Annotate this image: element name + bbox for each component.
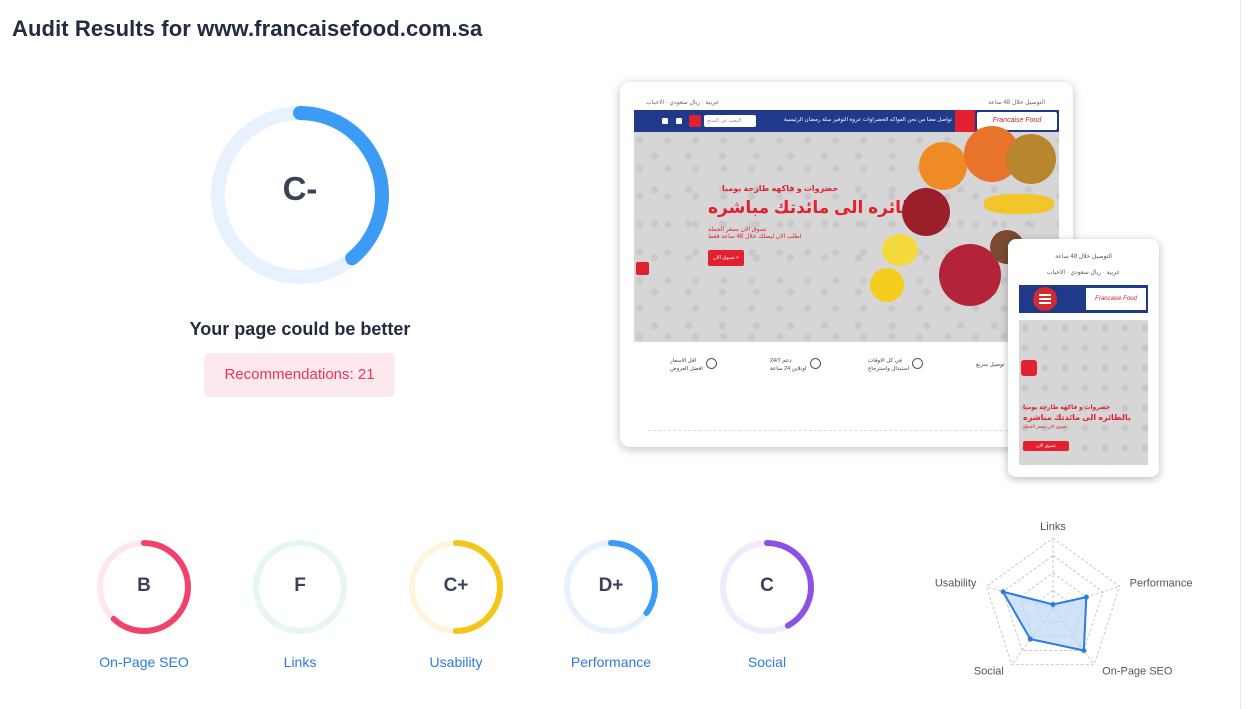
apple-image [902,188,950,236]
mobile-delivery-text: التوصيل خلال 48 ساعة [1055,254,1112,260]
preview-features: اقل الاسعار افضل العروض 24/7 دعم اونلاين… [634,342,1059,441]
preview-hero-button: تسوق الان » [708,250,744,266]
radar-score-area [1001,590,1088,652]
radar-axis-label: On-Page SEO [1102,666,1173,678]
links-grade: F [294,575,306,596]
preview-nav-home [955,110,975,132]
radar-point [1050,602,1056,607]
mobile-hero: خضروات و فاكهه طازجة يوميا بالطائره الى … [1019,320,1148,465]
category-card-social[interactable]: C Social [717,537,817,670]
user-icon [676,118,682,124]
category-card-onpage-seo[interactable]: B On-Page SEO [94,537,194,670]
recommendations-badge[interactable]: Recommendations: 21 [204,353,395,397]
mobile-navbar: Francaise Food [1019,285,1148,313]
banana-image [984,194,1054,214]
preview-topbar-selects: عربية · ريال سعودي · الاحباب [646,100,720,106]
radar-axis-label: Performance [1130,577,1193,589]
links-label[interactable]: Links [230,654,370,670]
feature-4-title: توصيل سريع [976,362,1005,368]
radar-axis-label: Links [1040,521,1066,533]
preview-divider [648,430,1048,431]
mobile-logo: Francaise Food [1086,288,1146,310]
page-title: Audit Results for www.francaisefood.com.… [12,16,483,41]
onpage-seo-grade: B [137,575,151,596]
category-card-links[interactable]: F Links [250,537,350,670]
preview-topbar-delivery: التوصيل خلال 48 ساعة [988,100,1045,106]
mobile-hero-subtitle: خضروات و فاكهه طازجة يوميا [1023,405,1111,411]
menu-icon [1033,287,1057,311]
mobile-selects: عربية · ريال سعودي · الاحباب [1046,270,1121,276]
preview-hero-line1: تسوق الان بسعر الجملة [708,227,767,233]
preview-nav-items: تواصل معنا من نحن الفواكه الخضراوات عروة… [784,117,953,123]
feature-1-title: اقل الاسعار [670,358,697,364]
mobile-hero-button: تسوق الان [1023,441,1069,451]
refresh-icon [912,358,923,369]
feature-2-title: 24/7 دعم [770,358,792,364]
overall-verdict: Your page could be better [189,319,411,339]
feature-2-sub: اونلاين 24 ساعة [770,366,807,372]
mobile-preview: التوصيل خلال 48 ساعة عربية · ريال سعودي … [1008,239,1159,477]
cart-icon [662,118,668,124]
feature-1-sub: افضل العروض [670,366,703,372]
headset-icon [810,358,821,369]
lemon-image [882,234,918,266]
feature-3-sub: استبدال واسترجاع [868,366,910,372]
radar-point [1081,647,1087,653]
preview-hero-subtitle: خضروات و فاكهه طازجة يوميا [722,184,839,193]
feature-3-title: في كل الاوقات [868,358,902,364]
desktop-preview: عربية · ريال سعودي · الاحباب التوصيل خلا… [620,82,1073,447]
category-radar-chart: Links Performance On-Page SEO Social Usabili… [935,521,1193,678]
radar-axis-label: Social [974,666,1004,678]
preview-hero: خضروات و فاكهه طازجة يوميا بالطائره الى … [634,126,1059,342]
coconut-image [1006,134,1056,184]
mobile-hero-line: تسوق الان بسعر الجملة [1023,424,1067,429]
desktop-preview-screen: عربية · ريال سعودي · الاحباب التوصيل خلا… [634,96,1059,441]
search-icon [689,115,701,127]
radar-point [1083,594,1089,600]
page-right-border [1240,0,1241,709]
social-label[interactable]: Social [697,654,837,670]
mobile-hero-title: بالطائره الى مائدتك مباشره [1023,413,1131,422]
performance-label[interactable]: Performance [541,654,681,670]
radar-point [1000,589,1006,595]
lemon-2-image [870,268,904,302]
category-card-performance[interactable]: D+ Performance [561,537,661,670]
whatsapp-icon [1021,360,1037,376]
radar-axis-label: Usability [935,577,977,589]
category-card-usability[interactable]: C+ Usability [406,537,506,670]
usability-label[interactable]: Usability [386,654,526,670]
overall-grade: C- [282,170,318,207]
whatsapp-icon [636,262,649,275]
radar-point [1027,636,1033,642]
performance-grade: D+ [598,575,624,596]
usability-grade: C+ [443,575,469,596]
preview-search: البحث عن المنتج [704,115,756,127]
social-grade: C [760,575,774,596]
preview-topbar: عربية · ريال سعودي · الاحباب التوصيل خلا… [634,96,1059,110]
orange-image [919,142,967,190]
onpage-seo-label[interactable]: On-Page SEO [74,654,214,670]
tag-icon [706,358,717,369]
preview-hero-line2: اطلب الان ليصلك خلال 48 ساعة فقط [708,234,802,240]
